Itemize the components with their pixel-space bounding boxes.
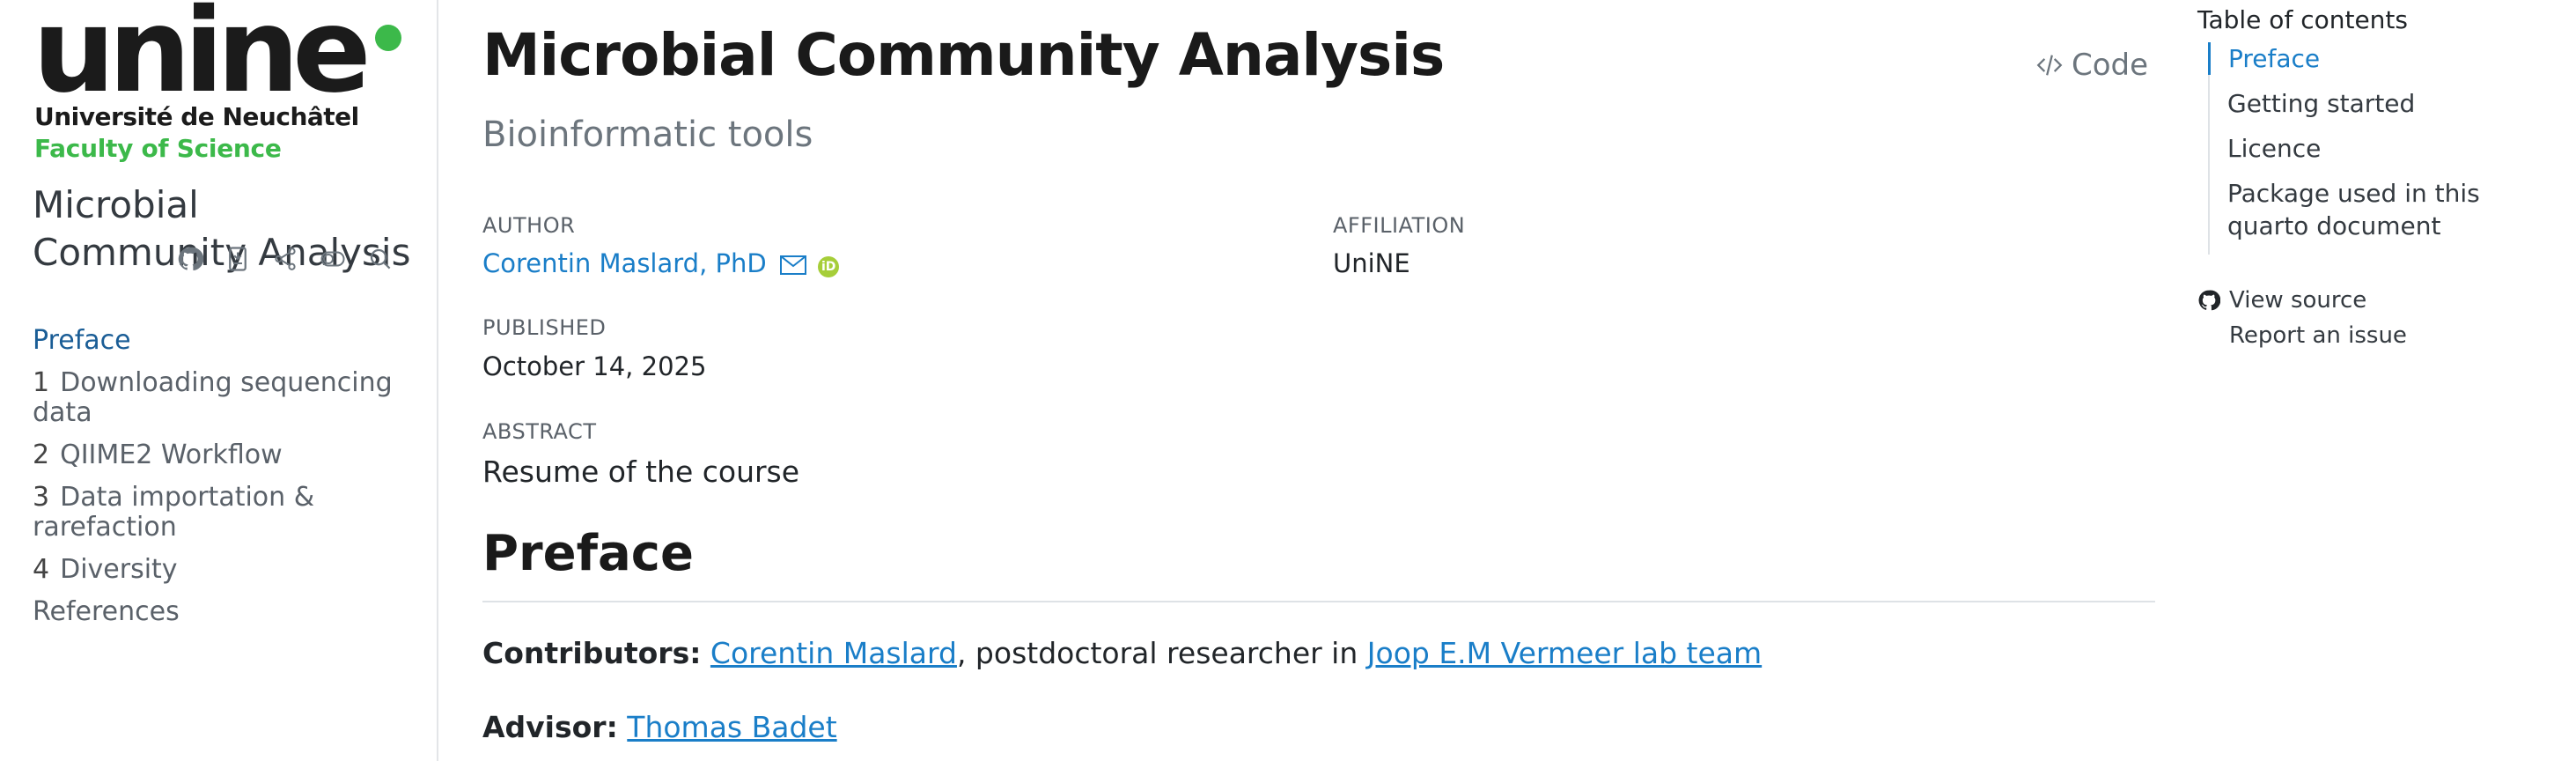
- published-date: October 14, 2025: [482, 351, 707, 381]
- github-icon: [2198, 290, 2220, 311]
- table-of-contents: Table of contents Preface Getting starte…: [2197, 0, 2567, 761]
- sidebar-item-label: Diversity: [60, 554, 178, 585]
- unine-logo[interactable]: unine Université de Neuchâtel Faculty of…: [33, 0, 402, 167]
- search-icon[interactable]: [366, 245, 394, 273]
- sidebar-item-number: 2: [33, 440, 50, 470]
- code-button[interactable]: Code: [2035, 48, 2148, 83]
- sidebar-item-preface[interactable]: Preface: [33, 326, 402, 356]
- logo-university: Université de Neuchâtel: [34, 102, 359, 131]
- toc-list: Preface Getting started Licence Package …: [2208, 42, 2562, 255]
- sidebar-item-qiime2[interactable]: 2 QIIME2 Workflow: [33, 440, 402, 470]
- github-icon[interactable]: [176, 245, 204, 273]
- orcid-icon[interactable]: iD: [818, 256, 840, 277]
- main-content: Microbial Community Analysis Bioinformat…: [482, 0, 2155, 761]
- contributor-role: , postdoctoral researcher in: [956, 636, 1367, 670]
- author-block: Corentin Maslard, PhD iD: [482, 248, 840, 281]
- sidebar: unine Université de Neuchâtel Faculty of…: [0, 0, 438, 761]
- advisor-link[interactable]: Thomas Badet: [627, 710, 836, 744]
- sidebar-item-downloading[interactable]: 1 Downloading sequencing data: [33, 368, 402, 428]
- toc-item-packages[interactable]: Package used in this quarto document: [2210, 177, 2562, 242]
- sidebar-item-label: Preface: [33, 325, 131, 356]
- sidebar-item-label: References: [33, 596, 180, 627]
- view-source-link[interactable]: View source: [2197, 287, 2407, 314]
- sidebar-item-label: QIIME2 Workflow: [60, 440, 283, 470]
- sidebar-item-number: 4: [33, 554, 50, 585]
- advisor-label: Advisor:: [482, 710, 618, 744]
- contributors-label: Contributors:: [482, 636, 702, 670]
- logo-faculty: Faculty of Science: [34, 134, 282, 163]
- sidebar-item-diversity[interactable]: 4 Diversity: [33, 555, 402, 585]
- share-icon[interactable]: [271, 245, 299, 273]
- advisor-paragraph: Advisor: Thomas Badet: [482, 710, 837, 744]
- page-subtitle: Bioinformatic tools: [482, 115, 813, 155]
- affiliation-label: AFFILIATION: [1333, 213, 1466, 238]
- section-divider: [482, 601, 2155, 602]
- sidebar-item-number: 1: [33, 367, 50, 398]
- toc-item-licence[interactable]: Licence: [2210, 132, 2562, 165]
- toggle-icon[interactable]: [319, 245, 347, 273]
- contributor-link[interactable]: Corentin Maslard: [710, 636, 957, 670]
- sidebar-item-label: Downloading sequencing data: [33, 367, 393, 428]
- page-title: Microbial Community Analysis: [482, 21, 1445, 89]
- author-link[interactable]: Corentin Maslard, PhD: [482, 248, 767, 278]
- sidebar-item-label: Data importation & rarefaction: [33, 482, 315, 543]
- sidebar-tools: [176, 240, 394, 278]
- sidebar-item-data-importation[interactable]: 3 Data importation & rarefaction: [33, 483, 402, 543]
- affiliation-value: UniNE: [1333, 248, 1410, 278]
- sidebar-item-references[interactable]: References: [33, 597, 402, 627]
- toc-actions: View source Report an issue: [2197, 287, 2407, 358]
- report-issue-label: Report an issue: [2229, 322, 2407, 349]
- report-issue-link[interactable]: Report an issue: [2197, 322, 2407, 349]
- code-button-label: Code: [2071, 48, 2148, 83]
- section-heading-preface: Preface: [482, 525, 694, 582]
- lab-link[interactable]: Joop E.M Vermeer lab team: [1367, 636, 1762, 670]
- contributors-paragraph: Contributors: Corentin Maslard, postdoct…: [482, 636, 1762, 670]
- abstract-text: Resume of the course: [482, 454, 800, 489]
- toc-item-getting-started[interactable]: Getting started: [2210, 87, 2562, 120]
- bookmark-pdf-icon[interactable]: [224, 245, 252, 273]
- toc-item-preface[interactable]: Preface: [2208, 42, 2562, 75]
- email-icon[interactable]: [779, 251, 806, 281]
- abstract-label: ABSTRACT: [482, 419, 597, 444]
- author-label: AUTHOR: [482, 213, 576, 238]
- logo-dot: [375, 25, 401, 51]
- sidebar-nav: Preface 1 Downloading sequencing data 2 QI…: [33, 326, 402, 639]
- code-icon: [2036, 55, 2063, 76]
- view-source-label: View source: [2229, 287, 2367, 314]
- sidebar-item-number: 3: [33, 482, 50, 513]
- logo-wordmark: unine: [33, 0, 372, 119]
- published-label: PUBLISHED: [482, 315, 607, 340]
- toc-title: Table of contents: [2197, 5, 2408, 34]
